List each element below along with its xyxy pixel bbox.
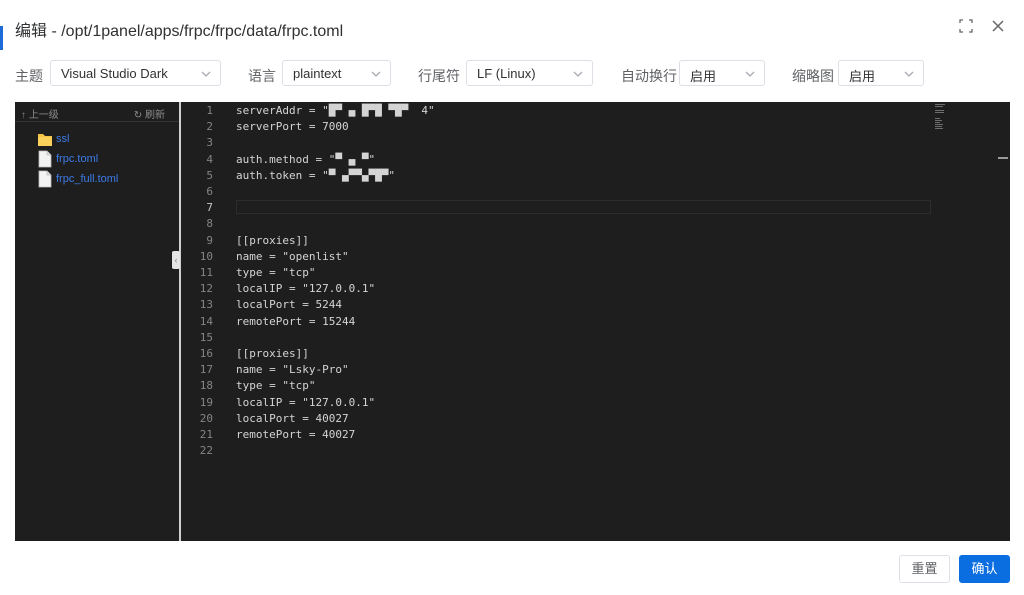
wrap-label: 自动换行 [621, 68, 677, 84]
file-tree-toolbar: ↑ 上一级 ↻ 刷新 [15, 102, 179, 122]
theme-label: 主题 [15, 68, 43, 84]
dialog-header: 编辑 - /opt/1panel/apps/frpc/frpc/data/frp… [0, 0, 1024, 56]
line-number: 15 [199, 330, 213, 344]
line-number: 1 [206, 104, 213, 117]
minimap-label: 缩略图 [792, 68, 834, 84]
reset-button[interactable]: 重置 [899, 555, 950, 583]
chevron-left-icon: ‹ [174, 255, 178, 265]
arrow-up-icon: ↑ [21, 110, 26, 121]
editor-toolbar: 主题 Visual Studio Dark 语言 plaintext 行尾符 L… [0, 60, 1024, 88]
code-line[interactable]: localPort = 5244 [236, 298, 342, 311]
code-line[interactable]: name = "Lsky-Pro" [236, 363, 349, 376]
eol-select[interactable]: LF (Linux) [466, 60, 593, 86]
line-number: 4 [206, 152, 213, 166]
minimap[interactable] [935, 102, 975, 142]
language-label: 语言 [248, 68, 276, 84]
code-line[interactable]: localIP = "127.0.0.1" [236, 282, 375, 295]
collapse-panel-handle[interactable]: ‹ [172, 251, 180, 269]
line-number: 8 [206, 217, 213, 231]
line-number: 13 [199, 298, 213, 312]
line-number: 5 [206, 168, 213, 182]
code-line[interactable]: serverPort = 7000 [236, 120, 349, 133]
code-editor[interactable]: 1 2 3 4 5 6 7 8 9 10 11 12 13 14 15 16 17 18 19 20 21 22 serv… [181, 102, 1010, 541]
eol-label: 行尾符 [418, 68, 460, 84]
chevron-down-icon [903, 68, 915, 80]
chevron-down-icon [744, 68, 756, 80]
tree-item-label: frpc_full.toml [56, 173, 119, 185]
chevron-down-icon [572, 68, 584, 80]
eol-select-value: LF (Linux) [477, 66, 536, 81]
refresh-label: 刷新 [145, 110, 165, 121]
file-icon [37, 150, 53, 168]
tree-item-label: frpc.toml [56, 153, 99, 165]
line-number: 9 [206, 233, 213, 247]
folder-icon [37, 130, 53, 148]
line-number: 2 [206, 120, 213, 134]
line-number: 16 [199, 347, 213, 360]
code-line[interactable]: name = "openlist" [236, 250, 349, 263]
code-line[interactable]: auth.method = "▀ ▄ ▀" [236, 153, 375, 166]
minimap-select-value: 启用 [849, 69, 876, 84]
line-number: 18 [199, 379, 213, 393]
theme-select-value: Visual Studio Dark [61, 66, 168, 81]
code-line[interactable]: serverAddr = "█▀ ▄ █▀█ ▀█▀ 4" [236, 104, 435, 117]
code-line[interactable]: auth.token = "▀ ▄▀▀▄▀█▀" [236, 169, 395, 182]
line-number: 14 [199, 314, 213, 328]
line-number: 19 [199, 395, 213, 409]
dialog-title: 编辑 - /opt/1panel/apps/frpc/frpc/data/frp… [15, 23, 344, 40]
code-line[interactable]: remotePort = 40027 [236, 428, 355, 441]
line-number: 12 [199, 282, 213, 296]
fullscreen-icon[interactable] [958, 18, 974, 34]
wrap-select-value: 启用 [690, 69, 717, 84]
minimap-select[interactable]: 启用 [838, 60, 924, 86]
code-line[interactable]: [[proxies]] [236, 347, 309, 360]
line-number: 22 [199, 444, 213, 458]
line-number: 17 [199, 363, 213, 377]
code-line[interactable]: type = "tcp" [236, 379, 315, 392]
line-number: 20 [199, 411, 213, 425]
file-tree: ↑ 上一级 ↻ 刷新 ssl frpc.toml frpc_full.toml [15, 102, 179, 541]
language-select-value: plaintext [293, 66, 342, 81]
chevron-down-icon [200, 68, 212, 80]
code-line[interactable]: localPort = 40027 [236, 412, 349, 425]
code-line[interactable]: remotePort = 15244 [236, 315, 355, 328]
wrap-select[interactable]: 启用 [679, 60, 765, 86]
refresh-icon: ↻ [133, 110, 143, 121]
file-icon [37, 170, 53, 188]
go-up-button[interactable]: ↑ 上一级 [21, 106, 59, 121]
chevron-down-icon [370, 68, 382, 80]
line-number: 7 [206, 201, 213, 215]
close-icon[interactable] [990, 18, 1006, 34]
language-select[interactable]: plaintext [282, 60, 391, 86]
line-number: 10 [199, 249, 213, 263]
code-line[interactable]: type = "tcp" [236, 266, 315, 279]
current-line-highlight [236, 200, 931, 214]
go-up-label: 上一级 [28, 110, 59, 121]
code-line[interactable]: localIP = "127.0.0.1" [236, 396, 375, 409]
refresh-button[interactable]: ↻ 刷新 [134, 106, 165, 121]
overview-ruler-marker [998, 157, 1008, 159]
line-number: 3 [206, 136, 213, 150]
tree-item-label: ssl [56, 133, 70, 145]
theme-select[interactable]: Visual Studio Dark [50, 60, 221, 86]
code-line[interactable]: [[proxies]] [236, 234, 309, 247]
line-number: 21 [199, 428, 213, 441]
line-number: 6 [206, 185, 213, 198]
confirm-button[interactable]: 确认 [959, 555, 1010, 583]
line-number: 11 [199, 266, 213, 279]
